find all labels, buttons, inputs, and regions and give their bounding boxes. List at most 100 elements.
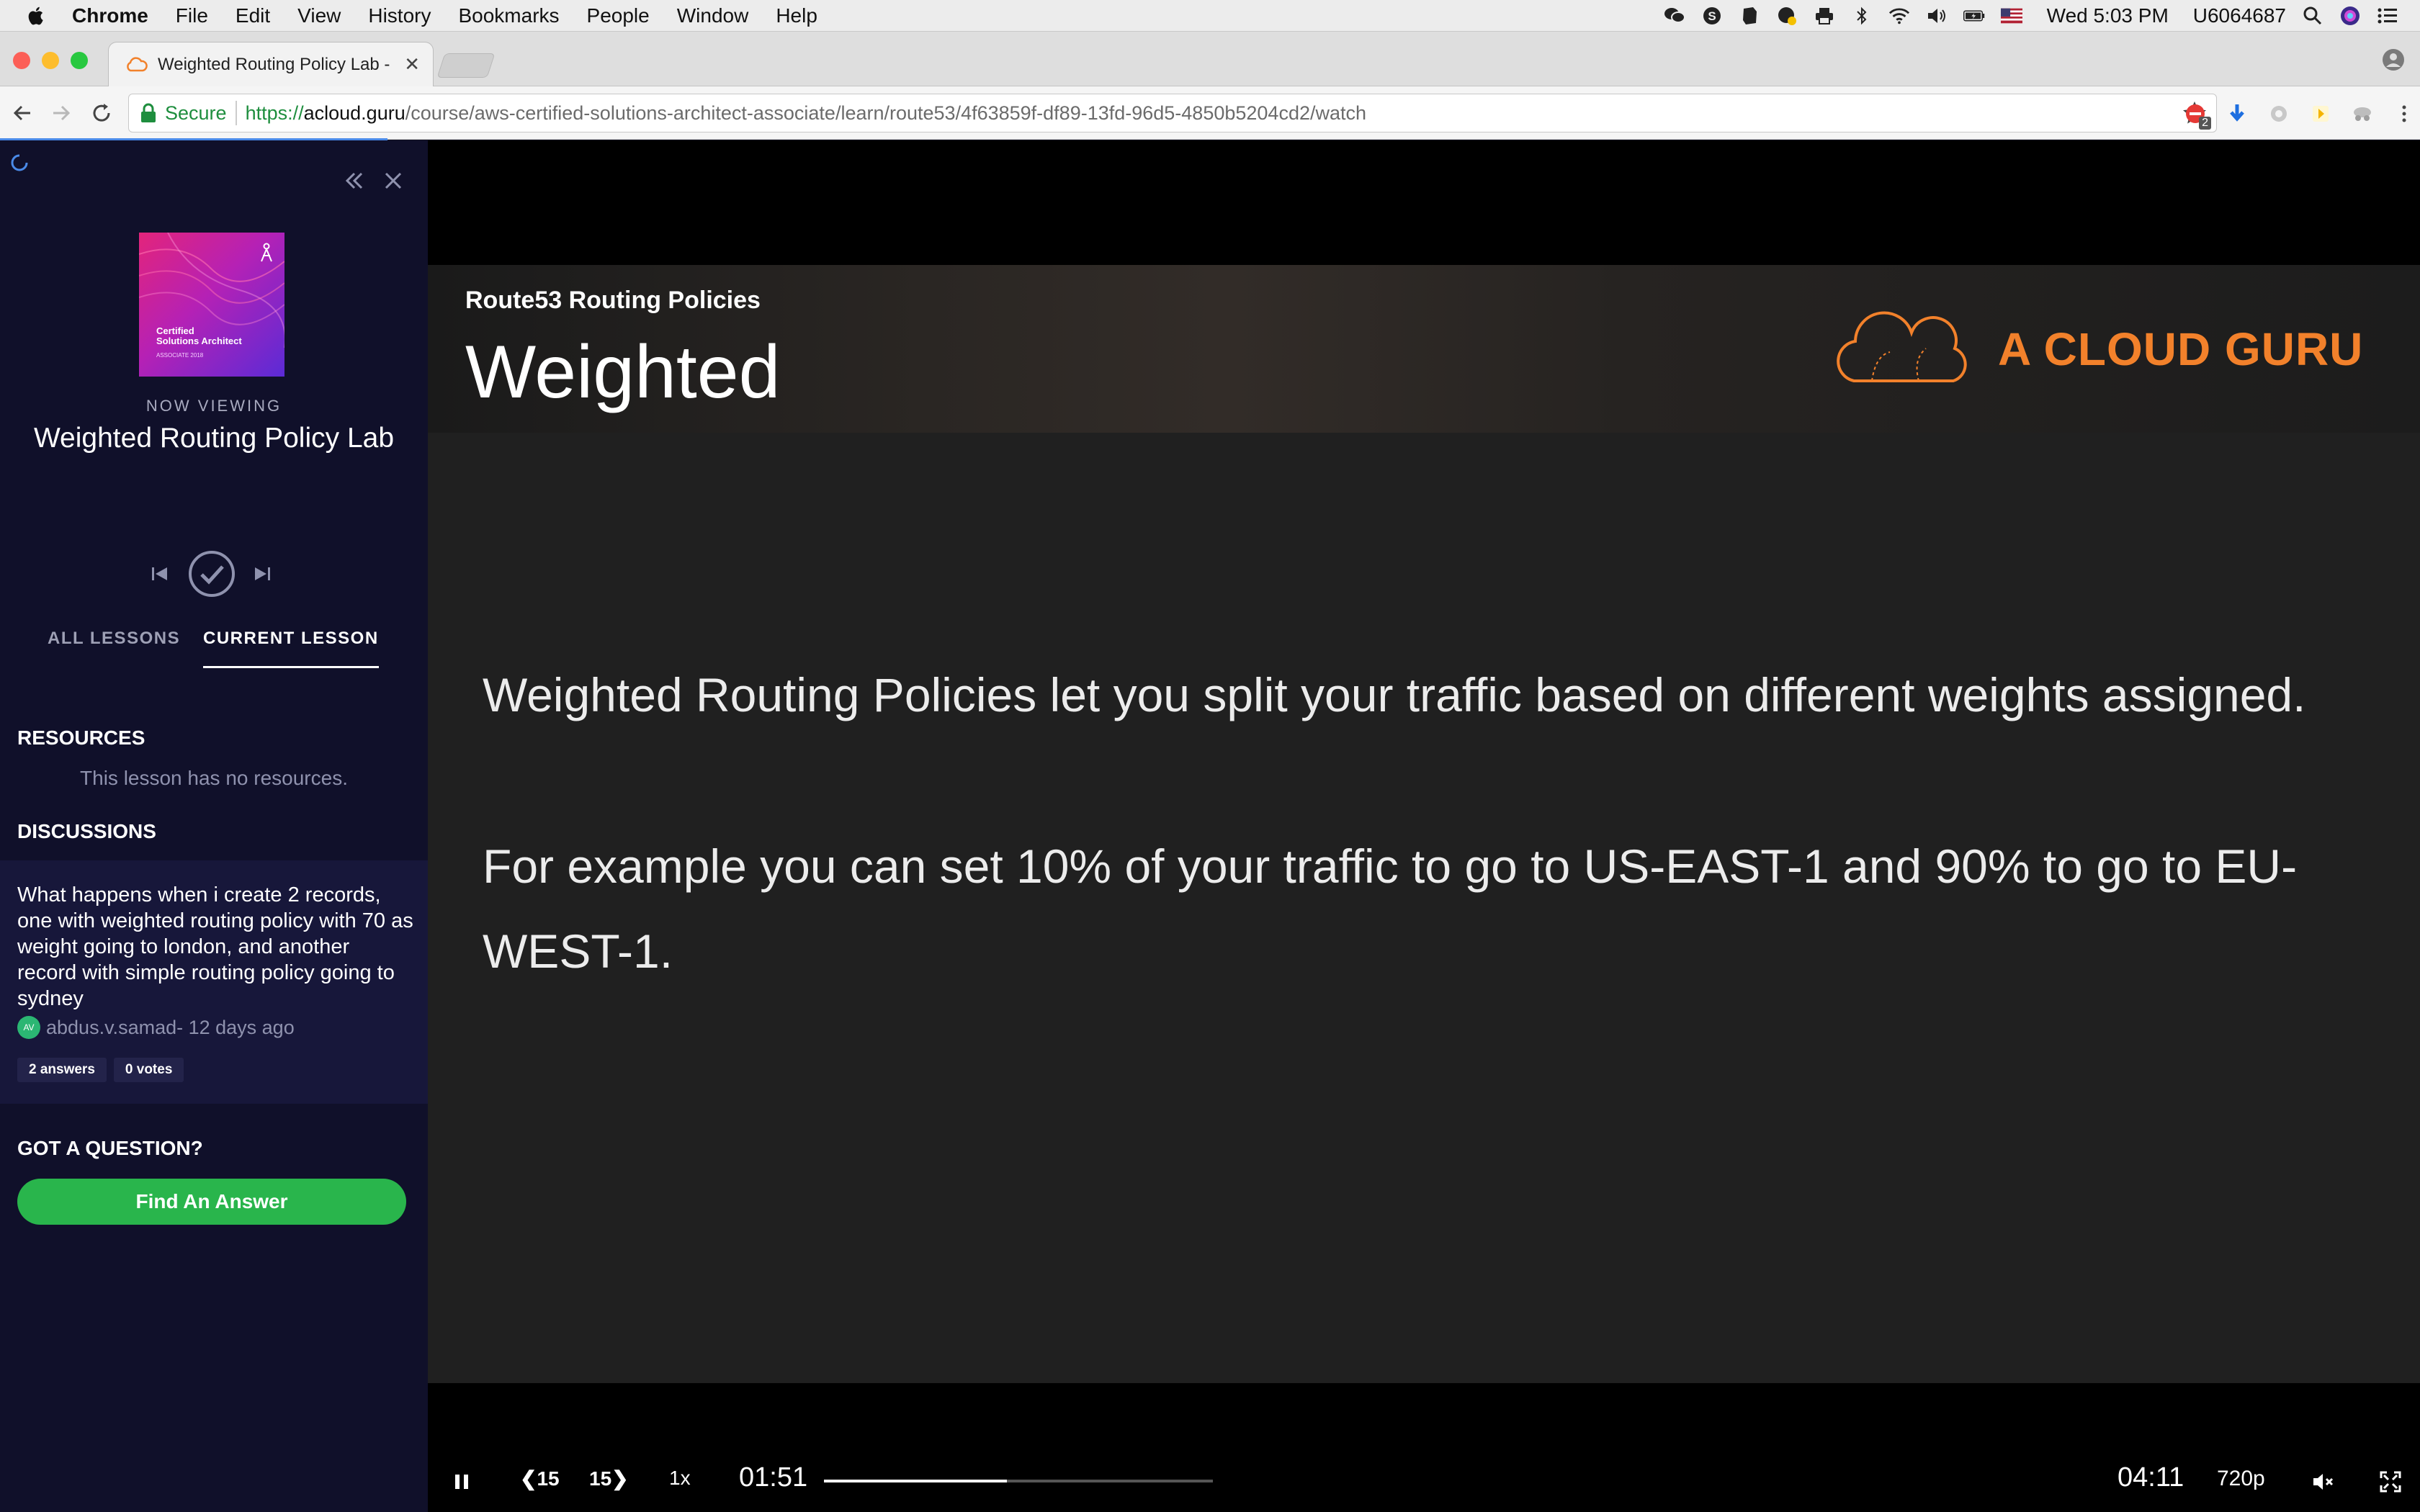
secure-label: Secure (165, 102, 227, 124)
tab-all-lessons[interactable]: ALL LESSONS (48, 629, 180, 649)
muted-volume-icon[interactable] (2311, 1470, 2335, 1494)
wifi-icon[interactable] (1888, 5, 1910, 27)
siri-icon[interactable] (2339, 5, 2361, 27)
menu-help[interactable]: Help (776, 4, 817, 27)
pause-icon[interactable] (452, 1472, 471, 1491)
us-flag-icon[interactable] (2000, 5, 2022, 27)
browser-tab-strip: Weighted Routing Policy Lab - ✕ (0, 32, 2420, 86)
window-close-button[interactable] (13, 52, 30, 69)
thumbnail-assoc-label: ASSOCIATE 2018 (156, 352, 204, 359)
menu-edit[interactable]: Edit (236, 4, 270, 27)
notification-app-icon[interactable] (1776, 5, 1798, 27)
browser-tab-active[interactable]: Weighted Routing Policy Lab - ✕ (108, 42, 434, 86)
profile-icon[interactable] (2381, 48, 2406, 72)
slide-paragraph-2: For example you can set 10% of your traf… (483, 840, 2298, 978)
forward-15-button[interactable]: 15❯ (589, 1467, 629, 1490)
slide-header: Route53 Routing Policies Weighted A CLOU… (428, 265, 2420, 433)
resources-empty-message: This lesson has no resources. (80, 767, 348, 789)
slide-subtitle: Route53 Routing Policies (465, 287, 761, 314)
fullscreen-icon[interactable] (2378, 1470, 2403, 1494)
course-logo-icon (261, 243, 272, 262)
reload-icon[interactable] (88, 99, 115, 127)
wechat-icon[interactable] (1664, 5, 1685, 27)
menu-bar-user[interactable]: U6064687 (2193, 4, 2286, 27)
new-tab-button[interactable] (436, 53, 496, 78)
download-extension-icon[interactable] (2224, 101, 2250, 127)
collapse-sidebar-icon[interactable] (341, 168, 367, 194)
mark-complete-check-icon[interactable] (187, 549, 236, 598)
menu-bookmarks[interactable]: Bookmarks (458, 4, 559, 27)
printer-icon[interactable] (1814, 5, 1835, 27)
playback-speed-button[interactable]: 1x (669, 1467, 691, 1490)
address-bar[interactable]: Secure https://acloud.guru/course/aws-ce… (128, 94, 2217, 132)
resources-heading: RESOURCES (17, 726, 145, 749)
rewind-15-button[interactable]: ❮15 (520, 1467, 560, 1490)
menu-people[interactable]: People (587, 4, 650, 27)
menu-bar-clock[interactable]: Wed 5:03 PM (2047, 4, 2169, 27)
discussion-question[interactable]: What happens when i create 2 records, on… (17, 882, 413, 1012)
url-path: /course/aws-certified-solutions-architec… (405, 102, 1367, 124)
find-an-answer-button[interactable]: Find An Answer (17, 1179, 406, 1225)
quality-selector[interactable]: 720p (2217, 1467, 2265, 1491)
discussion-item[interactable]: What happens when i create 2 records, on… (0, 860, 428, 1104)
discussion-stats: 2 answers 0 votes (17, 1058, 184, 1082)
brand-name: A CLOUD GURU (1998, 323, 2364, 375)
menu-view[interactable]: View (297, 4, 341, 27)
course-thumbnail[interactable]: Certified Solutions Architect ASSOCIATE … (139, 233, 284, 377)
loading-spinner-icon (11, 154, 28, 171)
back-arrow-icon[interactable] (9, 99, 36, 127)
url-host: acloud.guru (303, 102, 405, 124)
current-time: 01:51 (739, 1462, 808, 1493)
menu-app-chrome[interactable]: Chrome (72, 4, 148, 27)
discussion-author[interactable]: abdus.v.samad (46, 1017, 176, 1039)
menu-bar-status-area: S Wed 5:03 PM U6064687 (1664, 0, 2398, 32)
apple-menu-icon[interactable] (26, 5, 48, 27)
player-controls: ❮15 15❯ 1x 01:51 04:11 720p (428, 1441, 2420, 1512)
thumbnail-cert-line2: Solutions Architect (156, 336, 242, 346)
menu-file[interactable]: File (176, 4, 208, 27)
bluetooth-icon[interactable] (1851, 5, 1873, 27)
answers-badge: 2 answers (17, 1058, 107, 1082)
volume-icon[interactable] (1926, 5, 1948, 27)
extension-badge: 2 (2199, 117, 2211, 130)
adblock-extension-icon[interactable]: 2 (2182, 101, 2211, 130)
url-text: https://acloud.guru/course/aws-certified… (246, 102, 1366, 125)
notification-center-icon[interactable] (2377, 5, 2398, 27)
video-player[interactable]: Route53 Routing Policies Weighted A CLOU… (428, 140, 2420, 1512)
browser-toolbar: Secure https://acloud.guru/course/aws-ce… (0, 86, 2420, 140)
gray-circle-extension-icon[interactable] (2266, 101, 2292, 127)
votes-badge: 0 votes (113, 1058, 184, 1082)
battery-icon[interactable] (1963, 5, 1985, 27)
discussion-meta: AV abdus.v.samad - 12 days ago (17, 1016, 295, 1039)
skype-icon[interactable]: S (1701, 5, 1723, 27)
menu-history[interactable]: History (368, 4, 431, 27)
discussions-heading: DISCUSSIONS (17, 820, 156, 842)
spotlight-search-icon[interactable] (2302, 5, 2323, 27)
url-scheme: https:// (245, 102, 304, 124)
forward-arrow-icon[interactable] (48, 99, 75, 127)
slide-paragraph-1: Weighted Routing Policies let you split … (483, 668, 2306, 721)
yellow-extension-icon[interactable] (2308, 101, 2334, 127)
cloud-logo-icon (1837, 311, 1967, 382)
now-viewing-label: NOW VIEWING (145, 397, 282, 415)
window-minimize-button[interactable] (42, 52, 59, 69)
progress-bar[interactable] (824, 1480, 1213, 1482)
next-lesson-icon[interactable] (250, 562, 274, 586)
chrome-menu-icon[interactable] (2391, 101, 2417, 127)
extensions-area: 2 (2182, 98, 2417, 130)
evernote-icon[interactable] (1739, 5, 1760, 27)
slide-title: Weighted (465, 330, 781, 414)
previous-lesson-icon[interactable] (148, 562, 172, 586)
tab-current-lesson[interactable]: CURRENT LESSON (203, 629, 379, 668)
thumbnail-cert-line1: Certified (156, 325, 194, 336)
window-zoom-button[interactable] (71, 52, 88, 69)
macos-menu-bar: Chrome File Edit View History Bookmarks … (0, 0, 2420, 32)
lecture-slide: Route53 Routing Policies Weighted A CLOU… (428, 265, 2420, 1383)
close-sidebar-icon[interactable] (380, 168, 406, 194)
tab-close-icon[interactable]: ✕ (404, 53, 420, 76)
incognito-extension-icon[interactable] (2349, 101, 2375, 127)
progress-fill (824, 1480, 1007, 1482)
thumbnail-cert-label: Certified Solutions Architect (156, 326, 242, 346)
menu-window[interactable]: Window (677, 4, 749, 27)
lesson-sidebar: Certified Solutions Architect ASSOCIATE … (0, 140, 428, 1512)
